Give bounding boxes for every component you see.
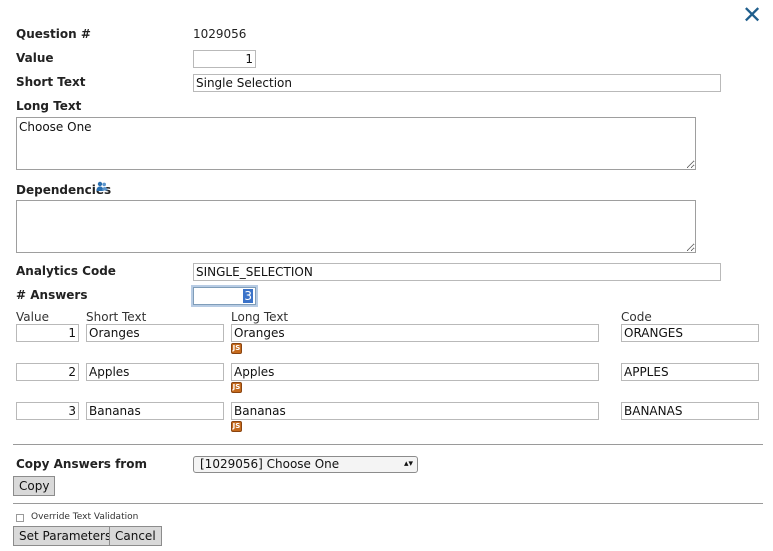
- answer-1-value-input[interactable]: [16, 324, 79, 342]
- divider: [13, 444, 763, 445]
- answer-1-short-text-input[interactable]: [86, 324, 224, 342]
- long-text-label: Long Text: [16, 99, 82, 113]
- copy-answers-selected: [1029056] Choose One: [200, 457, 340, 471]
- answers-count-input[interactable]: 3: [193, 287, 256, 305]
- copy-button[interactable]: Copy: [13, 476, 56, 496]
- answers-header-long-text: Long Text: [231, 310, 289, 324]
- answer-2-short-text-input[interactable]: [86, 363, 224, 381]
- users-icon[interactable]: [96, 181, 108, 192]
- answer-3-short-text-input[interactable]: [86, 402, 224, 420]
- answer-3-long-text-input[interactable]: [231, 402, 599, 420]
- answer-2-code-input[interactable]: [621, 363, 759, 381]
- answer-3-code-input[interactable]: [621, 402, 759, 420]
- javascript-icon[interactable]: JS: [231, 421, 242, 432]
- analytics-code-label: Analytics Code: [16, 264, 116, 278]
- javascript-icon[interactable]: JS: [231, 343, 242, 354]
- copy-answers-select[interactable]: [1029056] Choose One ▴▾: [193, 456, 418, 473]
- cancel-button[interactable]: Cancel: [109, 526, 162, 546]
- set-parameters-button[interactable]: Set Parameters: [13, 526, 118, 546]
- answers-count-label: # Answers: [16, 288, 88, 302]
- question-label: Question #: [16, 27, 91, 41]
- copy-answers-label: Copy Answers from: [16, 457, 147, 471]
- answers-header-code: Code: [621, 310, 652, 324]
- value-input[interactable]: [193, 50, 256, 68]
- short-text-input[interactable]: [193, 74, 721, 92]
- override-text-validation-label: Override Text Validation: [31, 512, 139, 522]
- close-icon[interactable]: ✕: [742, 3, 762, 27]
- analytics-code-input[interactable]: [193, 263, 721, 281]
- short-text-label: Short Text: [16, 75, 86, 89]
- answer-2-long-text-input[interactable]: [231, 363, 599, 381]
- answers-header-value: Value: [16, 310, 49, 324]
- long-text-textarea[interactable]: Choose One: [16, 117, 696, 170]
- answers-header-short-text: Short Text: [86, 310, 147, 324]
- select-arrows-icon: ▴▾: [403, 459, 413, 469]
- value-label: Value: [16, 51, 54, 65]
- divider: [13, 503, 763, 504]
- override-text-validation-checkbox[interactable]: [16, 514, 24, 522]
- answer-1-code-input[interactable]: [621, 324, 759, 342]
- answers-count-value: 3: [243, 289, 253, 303]
- question-number: 1029056: [193, 27, 247, 41]
- dependencies-textarea[interactable]: [16, 200, 696, 253]
- javascript-icon[interactable]: JS: [231, 382, 242, 393]
- answer-3-value-input[interactable]: [16, 402, 79, 420]
- answer-2-value-input[interactable]: [16, 363, 79, 381]
- answer-1-long-text-input[interactable]: [231, 324, 599, 342]
